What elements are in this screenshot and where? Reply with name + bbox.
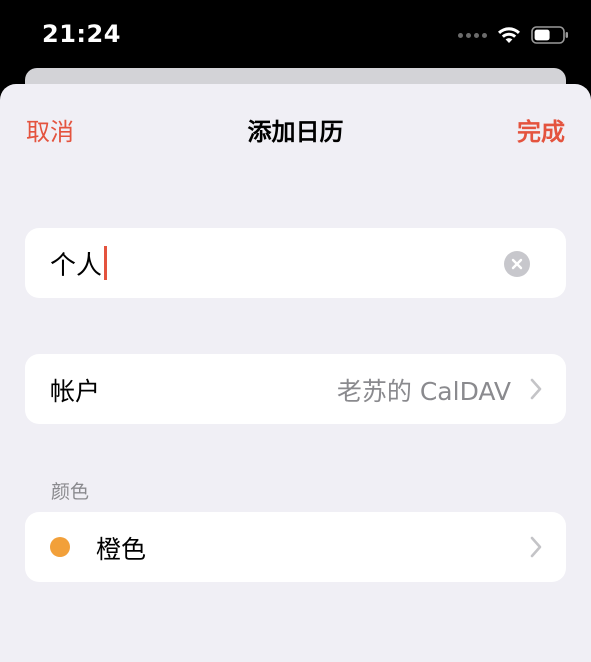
calendar-name-input[interactable]: 个人 [50,246,108,281]
done-button[interactable]: 完成 [517,112,565,147]
chevron-right-icon [530,536,542,558]
status-icons [458,24,569,46]
cellular-signal-icon [458,32,487,38]
screen: 21:24 取消 添加日历 完成 个人 帐户 老苏的 CalDAV 颜色 橙色 [0,0,591,662]
page-title: 添加日历 [247,118,344,146]
color-row[interactable]: 橙色 [25,512,566,582]
color-section-header: 颜色 [51,481,90,503]
clear-text-button[interactable] [504,251,530,277]
calendar-name-value: 个人 [50,250,103,281]
account-row[interactable]: 帐户 老苏的 CalDAV [25,354,566,424]
status-time: 21:24 [42,20,121,48]
account-value: 老苏的 CalDAV [336,377,511,406]
color-swatch [50,537,70,557]
wifi-icon [498,27,520,43]
battery-icon [531,26,568,44]
color-name: 橙色 [96,535,147,564]
chevron-right-icon [530,378,542,400]
text-cursor [104,246,108,280]
clear-icon [511,258,523,270]
calendar-name-field[interactable]: 个人 [25,228,566,298]
account-label: 帐户 [50,377,101,406]
